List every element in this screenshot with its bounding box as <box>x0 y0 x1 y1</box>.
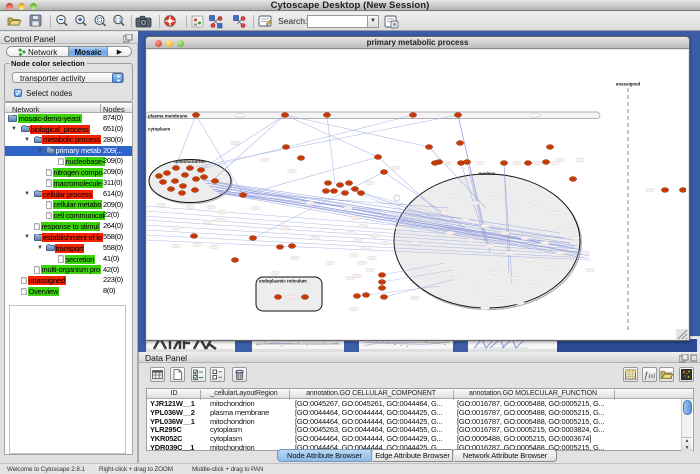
svg-text:nucleus: nucleus <box>478 171 496 176</box>
svg-text:1:1: 1:1 <box>115 18 122 24</box>
svg-text:..: .. <box>534 342 536 347</box>
svg-text:mitochondrion: mitochondrion <box>174 159 206 164</box>
svg-text:cytoplasm: cytoplasm <box>148 127 170 132</box>
svg-text:plasma membrane: plasma membrane <box>148 113 188 118</box>
svg-text:unassigned: unassigned <box>616 82 641 87</box>
svg-text:endoplasmic reticulum: endoplasmic reticulum <box>259 279 307 284</box>
svg-text:(x): (x) <box>649 373 656 380</box>
